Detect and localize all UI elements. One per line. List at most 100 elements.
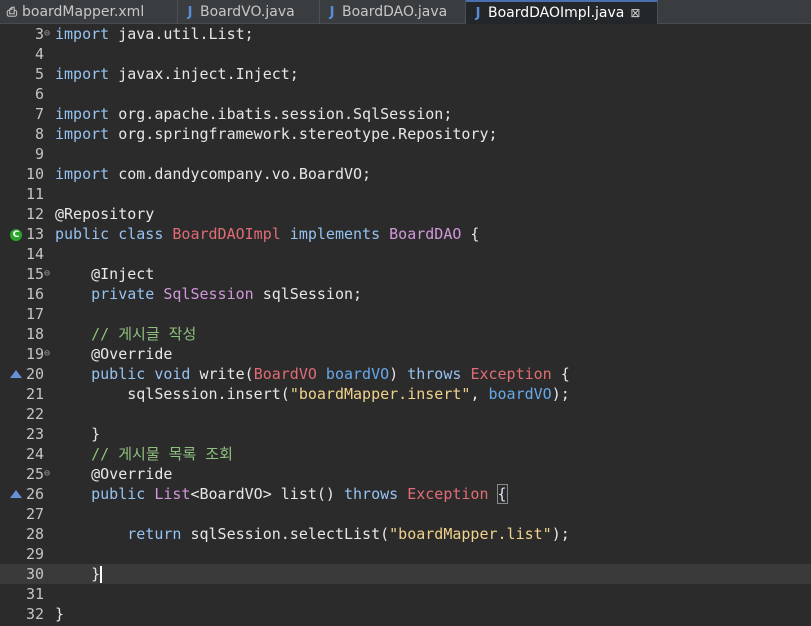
code-token: // 게시글 작성 [91,325,197,343]
code-token: List [154,485,191,503]
code-line[interactable]: 26 public List<BoardVO> list() throws Ex… [0,484,811,504]
code-line[interactable]: 21 sqlSession.insert("boardMapper.insert… [0,384,811,404]
code-token: BoardDAO [389,225,462,243]
code-token: ) [389,365,408,383]
code-line[interactable]: 20 public void write(BoardVO boardVO) th… [0,364,811,384]
code-token: import [55,165,119,183]
editor-tab-bar: ⎙ boardMapper.xml J BoardVO.java J BoardDAO.j… [0,0,811,24]
code-line[interactable]: 3 ⊖ import java.util.List; [0,24,811,44]
code-line[interactable]: 29 [0,544,811,564]
code-line[interactable]: 10 import com.dandycompany.vo.BoardVO; [0,164,811,184]
code-line[interactable]: 28 return sqlSession.selectList("boardMa… [0,524,811,544]
java-file-icon: J [475,5,481,21]
line-number: 10 [25,165,44,183]
close-tab-icon[interactable]: ⊠ [630,6,640,20]
code-line[interactable]: 7 import org.apache.ibatis.session.SqlSes… [0,104,811,124]
fold-toggle-icon[interactable]: ⊖ [44,264,55,284]
fold-toggle-icon[interactable]: ⊖ [44,464,55,484]
code-line[interactable]: 24 // 게시물 목록 조회 [0,444,811,464]
code-line[interactable]: 9 [0,144,811,164]
code-line[interactable]: 16 private SqlSession sqlSession; [0,284,811,304]
java-file-icon: J [187,4,193,20]
code-line[interactable]: 19 ⊖ @Override [0,344,811,364]
code-line[interactable]: 5 import javax.inject.Inject; [0,64,811,84]
tab-boarddao-java[interactable]: J BoardDAO.java [320,0,466,24]
code-token: { [461,225,480,243]
fold-toggle-icon[interactable]: ⊖ [44,344,55,364]
tab-boarddaoimpl-java[interactable]: J BoardDAOImpl.java ⊠ [466,0,658,24]
tab-boardmapper-xml[interactable]: ⎙ boardMapper.xml [0,0,178,24]
code-line[interactable]: 25 ⊖ @Override [0,464,811,484]
code-token: @Override [91,465,173,483]
code-line[interactable]: 31 [0,584,811,604]
xml-file-icon: ⎙ [6,4,18,20]
tab-label: BoardVO.java [200,4,295,20]
code-token: import [55,25,119,43]
line-number: 11 [25,185,44,203]
code-line[interactable]: 15 ⊖ @Inject [0,264,811,284]
java-file-icon: J [329,4,335,20]
code-line[interactable]: 6 [0,84,811,104]
code-token: private [91,285,164,303]
line-number: 3 [34,25,44,43]
line-number: 21 [25,385,44,403]
code-text: public class BoardDAOImpl implements Boa… [55,224,479,244]
code-editor[interactable]: 3 ⊖ import java.util.List; 4 5 import javax.i… [0,24,811,626]
line-number: 29 [25,545,44,563]
code-text: @Override [55,464,172,484]
line-number: 28 [25,525,44,543]
code-token: SqlSession [163,285,254,303]
line-number: 30 [25,565,44,583]
line-number: 4 [34,45,44,63]
code-token: BoardDAOImpl [172,225,281,243]
code-token: } [55,605,65,623]
code-line[interactable]: 8 import org.springframework.stereotype.R… [0,124,811,144]
code-line[interactable]: 14 [0,244,811,264]
code-text: public void write(BoardVO boardVO) throw… [55,364,570,384]
code-text: import java.util.List; [55,24,254,44]
line-number: 6 [34,85,44,103]
code-token: org.springframework.stereotype.Repositor… [118,125,498,143]
code-token: BoardVO [253,365,317,383]
fold-toggle-icon[interactable]: ⊖ [44,24,55,44]
line-number: 8 [34,125,44,143]
line-number: 22 [25,405,44,423]
code-line[interactable]: 11 [0,184,811,204]
code-token: org.apache.ibatis.session.SqlSession; [118,105,453,123]
code-text: import javax.inject.Inject; [55,64,299,84]
code-text: public List<BoardVO> list() throws Excep… [55,484,508,504]
code-line[interactable]: 17 [0,304,811,324]
code-line[interactable]: 18 // 게시글 작성 [0,324,811,344]
code-line[interactable]: 12 @Repository [0,204,811,224]
line-number: 18 [25,325,44,343]
code-line[interactable]: 30 } [0,564,811,584]
code-token: } [55,425,101,443]
line-number: 19 [25,345,44,363]
code-text: @Override [55,344,172,364]
code-token: import [55,105,119,123]
code-token: ); [551,525,570,543]
code-token: Exception [407,485,489,503]
code-text: private SqlSession sqlSession; [55,284,362,304]
code-line[interactable]: 32} [0,604,811,624]
code-token: sqlSession; [253,285,363,303]
code-token: import [55,125,119,143]
tab-boardvo-java[interactable]: J BoardVO.java [178,0,320,24]
code-line[interactable]: 4 [0,44,811,64]
code-line[interactable]: 23 } [0,424,811,444]
code-line[interactable]: 22 [0,404,811,424]
code-token: , [470,385,489,403]
code-line[interactable]: 27 [0,504,811,524]
line-number: 31 [25,585,44,603]
tab-label: boardMapper.xml [22,4,145,20]
code-line[interactable]: C 13 public class BoardDAOImpl implements … [0,224,811,244]
code-token: return [127,525,191,543]
line-number: 5 [34,65,44,83]
line-number: 24 [25,445,44,463]
